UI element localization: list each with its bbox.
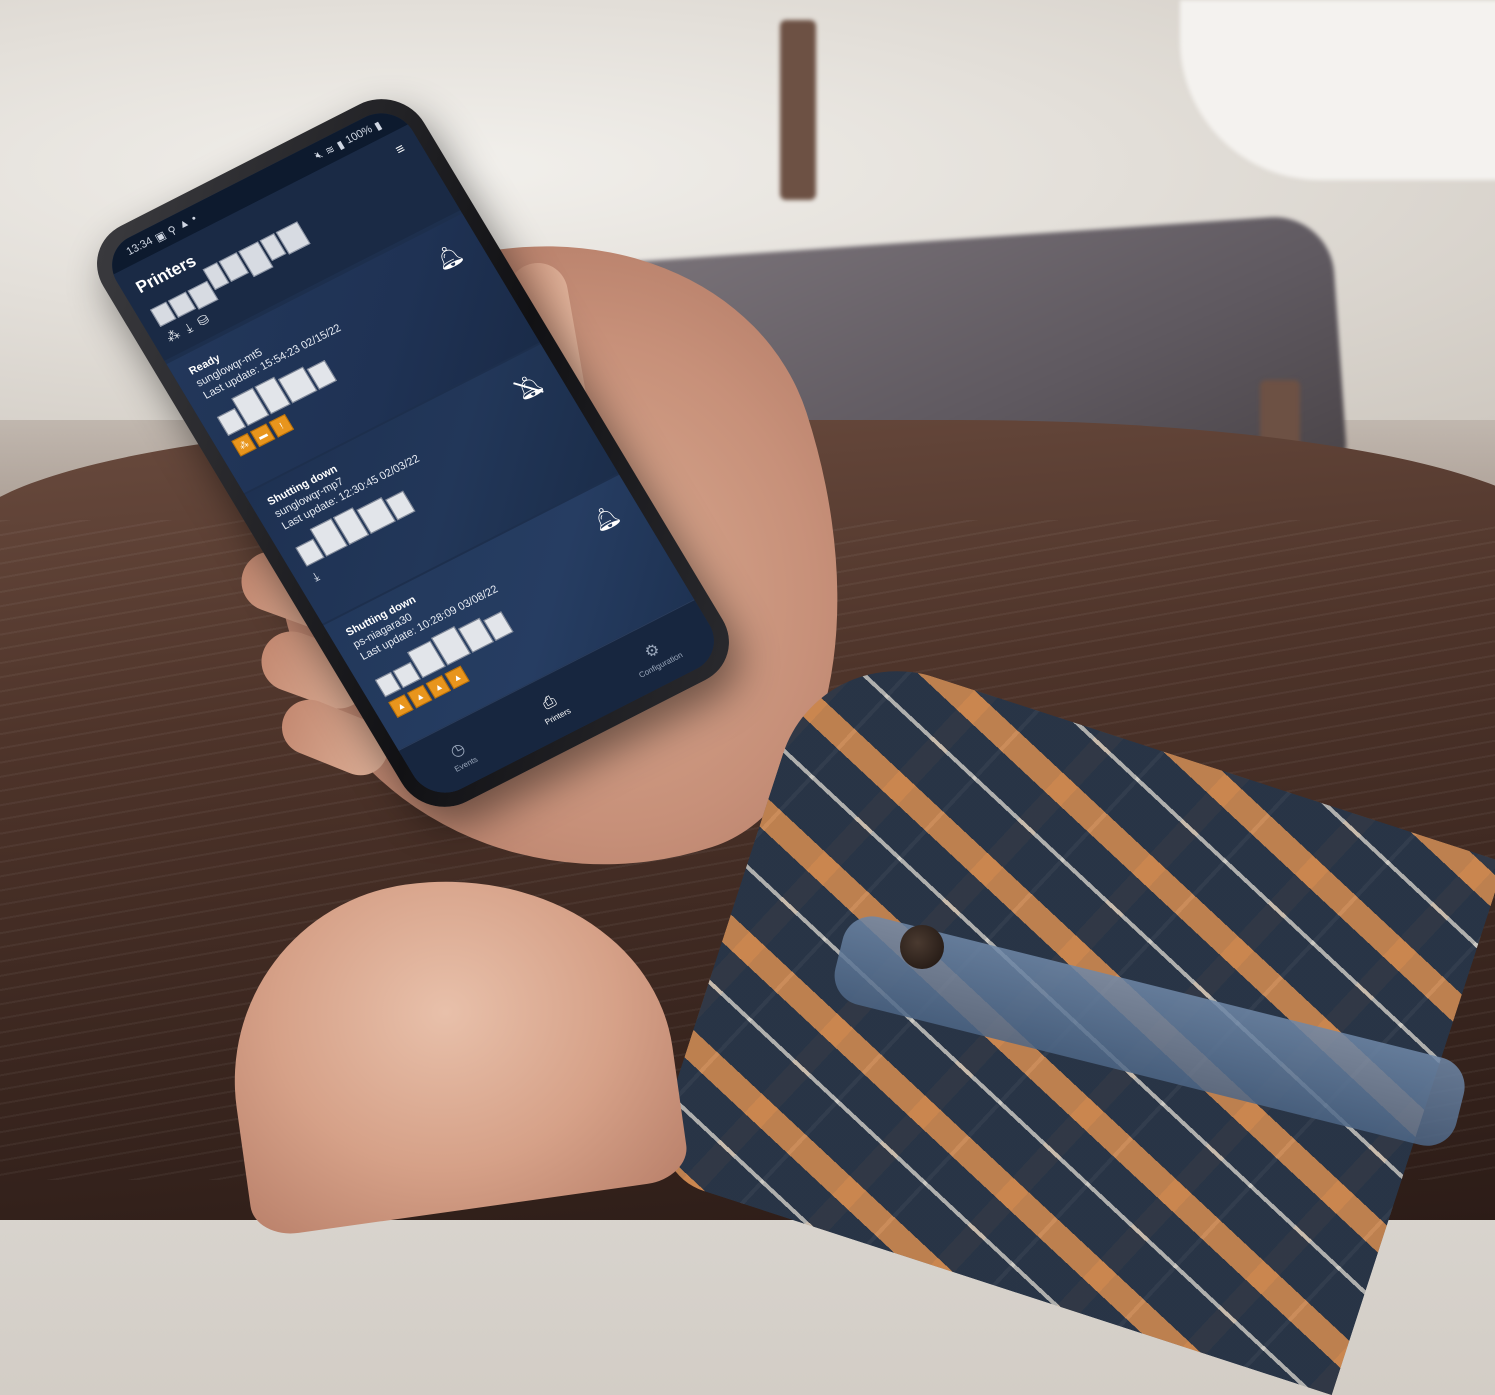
location-icon: ⚲ (165, 223, 179, 238)
mute-icon: 🔇︎ (312, 148, 325, 162)
chair-leg (780, 20, 816, 200)
toner-icon: ⁂ (163, 326, 183, 345)
dot-icon: • (189, 212, 199, 225)
signal-icon: ▮ (334, 138, 347, 152)
menu-icon[interactable]: ≡ (392, 140, 408, 157)
cuff-button (900, 925, 944, 969)
staple-icon: ⤓ (182, 319, 196, 336)
tab-printers[interactable]: ⎙ Printers (533, 689, 572, 726)
wifi-icon: ≋ (322, 142, 338, 158)
stack-icon: ⛁ (194, 311, 212, 330)
alert-icon: ▲ (176, 216, 192, 232)
printer-fleet-graphic (202, 221, 313, 295)
image-icon: ▣ (152, 229, 169, 245)
battery-icon: ▮ (372, 119, 384, 133)
tab-events[interactable]: ◷ Events (441, 736, 479, 774)
tab-configuration[interactable]: ⚙ Configuration (626, 631, 684, 679)
